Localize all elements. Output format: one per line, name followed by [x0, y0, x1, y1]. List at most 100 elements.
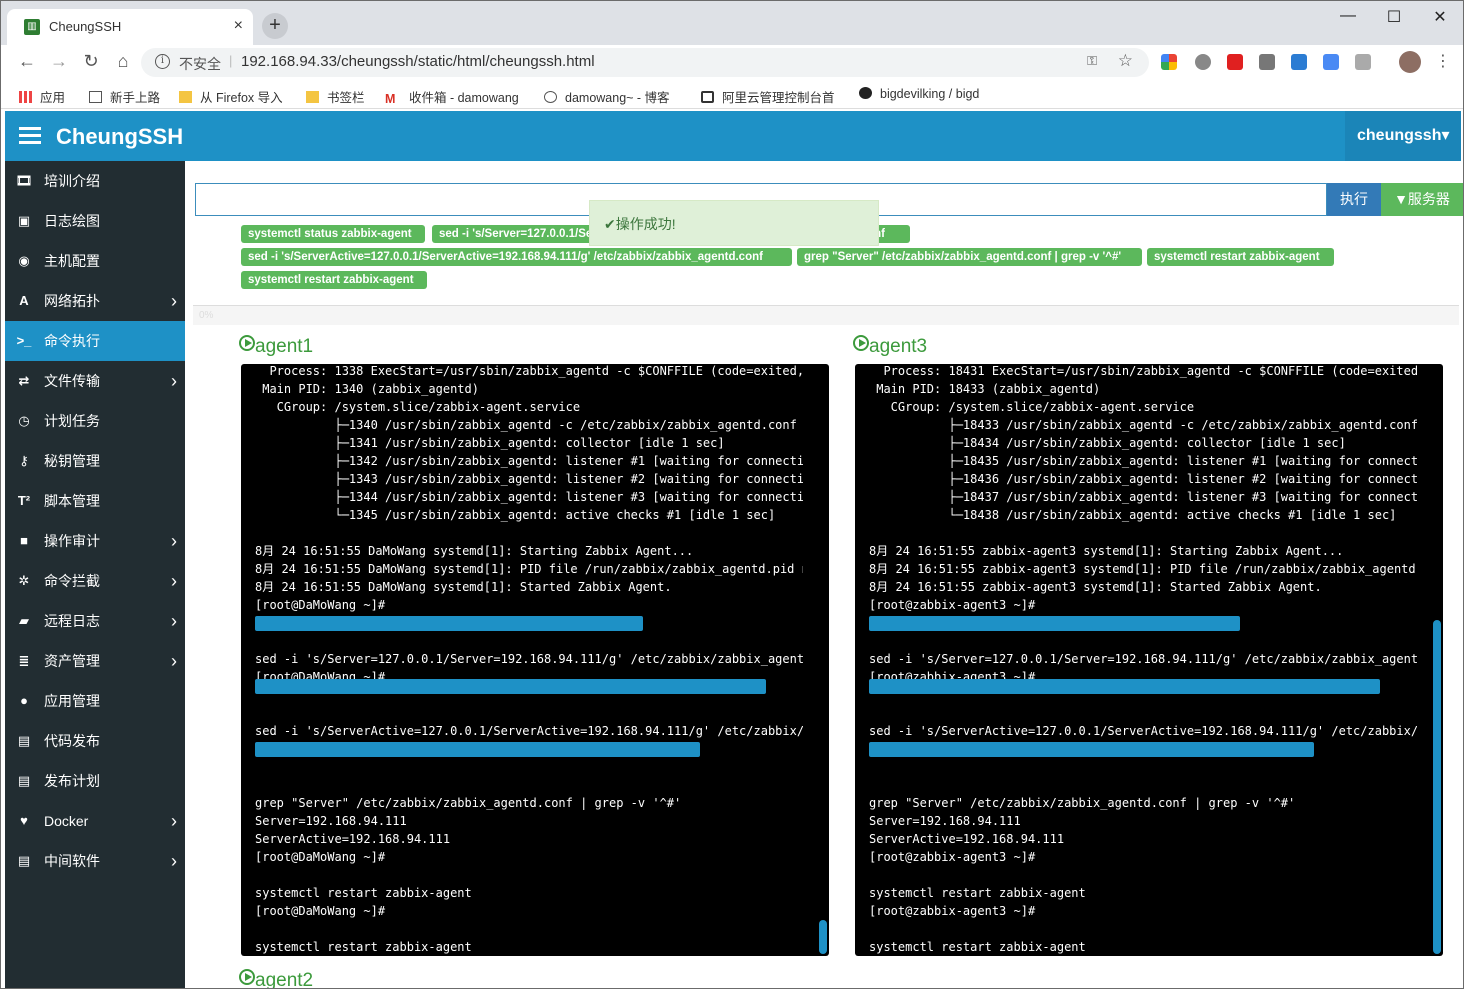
- sidebar-item[interactable]: ● 应用管理: [5, 681, 185, 721]
- sidebar-item-label: 计划任务: [44, 413, 100, 429]
- agent-name: agent2: [255, 970, 314, 989]
- bookmark-label: bigdevilking / bigd: [880, 87, 980, 101]
- terminal-scrollbar[interactable]: [819, 920, 827, 954]
- chevron-right-icon: ›: [171, 571, 177, 591]
- sidebar-item-icon: ◉: [18, 253, 30, 268]
- bookmark-item[interactable]: bigdevilking / bigd: [859, 87, 979, 101]
- agent-title[interactable]: agent3: [853, 335, 927, 358]
- brand-title[interactable]: CheungSSH: [56, 124, 183, 150]
- sidebar-item[interactable]: ■ 操作审计 ›: [5, 521, 185, 561]
- bookmark-item[interactable]: M 收件箱 - damowang: [385, 87, 519, 106]
- progress-bar: 0%: [193, 305, 1459, 325]
- forward-button[interactable]: →: [47, 51, 71, 72]
- bookmark-star-icon[interactable]: ☆: [1118, 51, 1133, 71]
- close-window-button[interactable]: ✕: [1417, 7, 1463, 27]
- sidebar-item[interactable]: ▤ 代码发布: [5, 721, 185, 761]
- sidebar-item-label: 培训介绍: [44, 173, 100, 189]
- reload-button[interactable]: ↻: [79, 51, 103, 72]
- sidebar-item-icon: ✲: [18, 573, 30, 588]
- bookmark-item[interactable]: 阿里云管理控制台首: [701, 87, 835, 106]
- sidebar-item[interactable]: ▤ 中间软件 ›: [5, 841, 185, 881]
- agent-title[interactable]: agent2: [239, 969, 314, 989]
- info-icon[interactable]: i: [155, 54, 170, 69]
- sidebar-item-icon: A: [19, 293, 29, 308]
- tab-strip: ▥ CheungSSH × + — ☐ ✕: [1, 1, 1463, 45]
- tab-close-icon[interactable]: ×: [234, 17, 243, 35]
- play-circle-icon: [239, 335, 255, 351]
- bookmark-item[interactable]: 新手上路: [89, 87, 160, 106]
- extension-translate-icon[interactable]: [1323, 54, 1339, 70]
- sidebar-item[interactable]: ⇄ 文件传输 ›: [5, 361, 185, 401]
- sidebar-item-icon: ▤: [17, 733, 31, 748]
- sidebar-item-icon: ⚷: [19, 453, 29, 468]
- browser-tab[interactable]: ▥ CheungSSH ×: [7, 9, 253, 45]
- sidebar-item[interactable]: ≣ 资产管理 ›: [5, 641, 185, 681]
- terminal-output[interactable]: Process: 1338 ExecStart=/usr/sbin/zabbix…: [241, 364, 829, 956]
- sidebar-item[interactable]: ▣ 日志绘图: [5, 201, 185, 241]
- folder-icon: [306, 91, 319, 103]
- browser-window: ▥ CheungSSH × + — ☐ ✕ ← → ↻ ⌂ i 不安全 | 19…: [0, 0, 1464, 989]
- hamburger-menu-icon[interactable]: [19, 127, 41, 145]
- execute-button[interactable]: 执行: [1327, 183, 1381, 216]
- sidebar-item[interactable]: A 网络拓扑 ›: [5, 281, 185, 321]
- bookmark-apps[interactable]: 应用: [19, 87, 65, 106]
- sidebar-item-label: 日志绘图: [44, 213, 100, 229]
- terminal-scrollbar[interactable]: [1433, 620, 1441, 954]
- sidebar-item[interactable]: ✲ 命令拦截 ›: [5, 561, 185, 601]
- history-command-chip[interactable]: sed -i 's/ServerActive=127.0.0.1/ServerA…: [241, 248, 792, 266]
- sidebar-item[interactable]: ⚷ 秘钥管理: [5, 441, 185, 481]
- bookmarks-bar: 应用 新手上路 从 Firefox 导入 书签栏 M 收件箱 - damowang…: [1, 79, 1463, 109]
- minimize-button[interactable]: —: [1325, 7, 1371, 25]
- history-command-chip[interactable]: systemctl restart zabbix-agent: [241, 271, 427, 289]
- chevron-right-icon: ›: [171, 371, 177, 391]
- address-bar[interactable]: i 不安全 | 192.168.94.33/cheungssh/static/h…: [141, 48, 1149, 77]
- extension-bulb-icon[interactable]: [1195, 54, 1211, 70]
- sidebar-item[interactable]: >_ 命令执行: [5, 321, 185, 361]
- bookmark-label: damowang~ - 博客: [565, 91, 670, 105]
- agent-title[interactable]: agent1: [239, 335, 313, 358]
- sidebar-item-icon: ▣: [17, 213, 31, 228]
- sidebar-item[interactable]: ▤ 发布计划: [5, 761, 185, 801]
- sidebar-item-icon: >_: [16, 333, 32, 348]
- page-icon: [89, 91, 102, 103]
- history-command-chip[interactable]: systemctl restart zabbix-agent: [1147, 248, 1334, 266]
- sidebar-item[interactable]: 🎞 培训介绍: [5, 161, 185, 201]
- sidebar-item[interactable]: ♥ Docker ›: [5, 801, 185, 841]
- extension-home-icon[interactable]: [1355, 54, 1371, 70]
- extension-youtube-icon[interactable]: [1227, 54, 1243, 70]
- bookmark-item[interactable]: 书签栏: [306, 87, 365, 106]
- new-tab-button[interactable]: +: [262, 13, 288, 39]
- chevron-right-icon: ›: [171, 531, 177, 551]
- success-toast: ✔操作成功!: [589, 200, 879, 246]
- server-filter-button[interactable]: ▼服务器: [1381, 183, 1463, 216]
- user-menu[interactable]: cheungssh▾: [1345, 111, 1461, 161]
- home-button[interactable]: ⌂: [111, 51, 135, 72]
- sidebar-item[interactable]: ◉ 主机配置: [5, 241, 185, 281]
- back-button[interactable]: ←: [15, 51, 39, 72]
- history-command-chip[interactable]: systemctl status zabbix-agent: [241, 225, 425, 243]
- key-icon[interactable]: ⚿: [1087, 53, 1097, 69]
- sidebar-item[interactable]: T² 脚本管理: [5, 481, 185, 521]
- history-command-chip[interactable]: grep "Server" /etc/zabbix/zabbix_agentd.…: [797, 248, 1142, 266]
- sidebar-item-label: 远程日志: [44, 613, 100, 629]
- sidebar-item-icon: ▤: [17, 853, 31, 868]
- sidebar-item-label: 命令执行: [44, 333, 100, 349]
- bookmark-item[interactable]: damowang~ - 博客: [544, 87, 670, 106]
- sidebar-item[interactable]: ◷ 计划任务: [5, 401, 185, 441]
- url-text[interactable]: 192.168.94.33/cheungssh/static/html/cheu…: [241, 53, 595, 70]
- agent-name: agent3: [869, 336, 928, 357]
- maximize-button[interactable]: ☐: [1371, 7, 1417, 27]
- main-content: 执行 ▼服务器 systemctl status zabbix-agent se…: [185, 161, 1463, 989]
- terminal-output[interactable]: Process: 18431 ExecStart=/usr/sbin/zabbi…: [855, 364, 1443, 956]
- menu-kebab-icon[interactable]: ⋮: [1435, 51, 1451, 71]
- extension-mail-icon[interactable]: [1259, 54, 1275, 70]
- chevron-right-icon: ›: [171, 651, 177, 671]
- bookmark-item[interactable]: 从 Firefox 导入: [179, 87, 283, 106]
- gmail-icon: M: [385, 92, 396, 106]
- sidebar-item[interactable]: ▰ 远程日志 ›: [5, 601, 185, 641]
- sidebar-item-label: 主机配置: [44, 253, 100, 269]
- extension-word-icon[interactable]: [1291, 54, 1307, 70]
- profile-avatar[interactable]: [1399, 51, 1421, 73]
- extension-chrome-icon[interactable]: [1161, 54, 1177, 70]
- command-separator-bar: [869, 679, 1380, 694]
